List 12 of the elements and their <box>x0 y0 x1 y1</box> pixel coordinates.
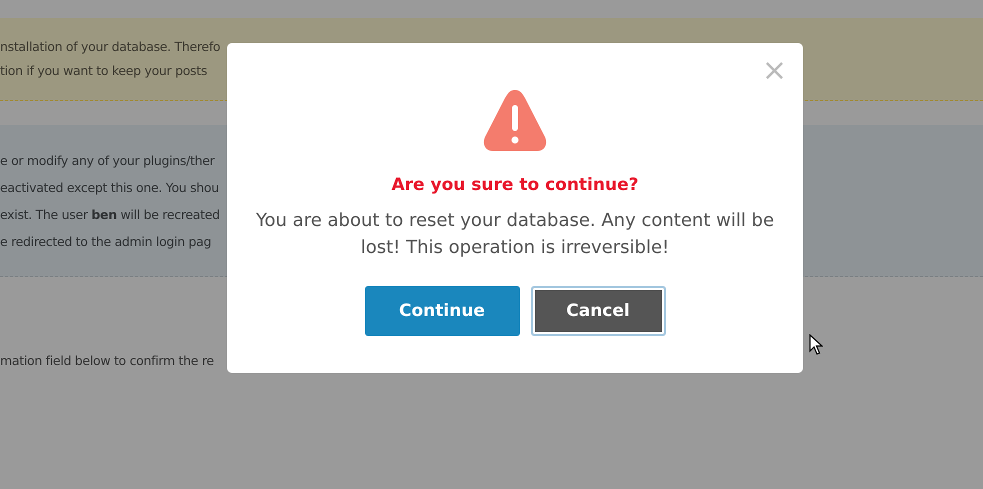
dialog-title: Are you sure to continue? <box>392 175 638 195</box>
dialog-message: You are about to reset your database. Any content will be lost! This operation is irreversible! <box>254 209 776 260</box>
info-text: e or modify any of your plugins/ther <box>0 152 214 170</box>
notice-text: nstallation of your database. Therefo <box>0 38 220 56</box>
notice-text: tion if you want to keep your posts <box>0 62 208 80</box>
info-text: eactivated except this one. You shou <box>0 179 219 197</box>
confirm-hint-text: mation field below to confirm the re <box>0 352 214 370</box>
mouse-cursor-icon <box>809 334 823 356</box>
cancel-button[interactable]: Cancel <box>530 286 666 336</box>
continue-button[interactable]: Continue <box>364 286 520 336</box>
info-text: e redirected to the admin login pag <box>0 233 212 251</box>
info-text: exist. The user ben will be recreated <box>0 206 220 224</box>
